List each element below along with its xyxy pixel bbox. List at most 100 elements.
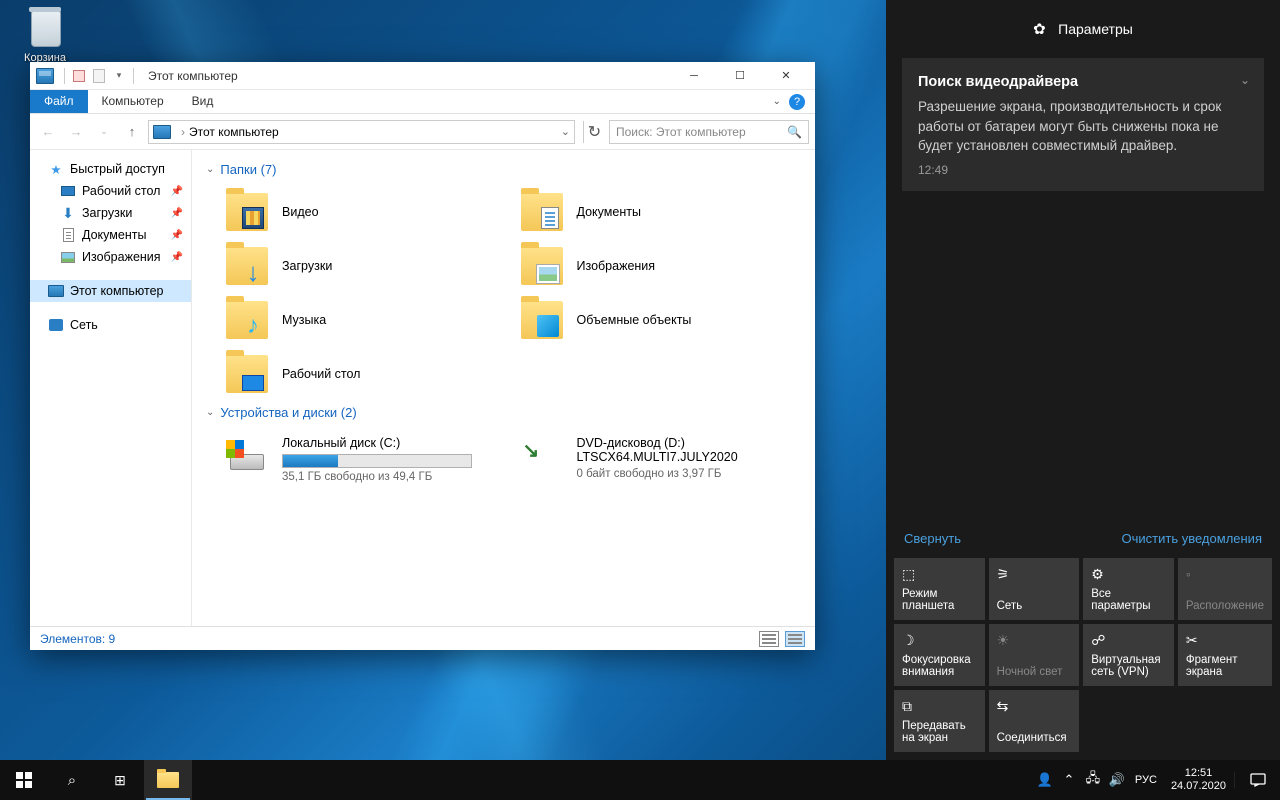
sidebar-this-pc[interactable]: Этот компьютер [30,280,191,302]
folder-music[interactable]: Музыка [220,295,507,345]
sidebar-downloads[interactable]: ⬇Загрузки📌 [30,202,191,224]
sidebar-documents[interactable]: Документы📌 [30,224,191,246]
ribbon-collapse-icon[interactable]: ⌄ [773,96,781,107]
windows-icon [16,772,32,788]
sidebar-label: Сеть [70,318,98,332]
nav-recent-dropdown[interactable]: ⌄ [92,120,116,144]
refresh-button[interactable]: ↻ [583,121,605,143]
tray-overflow-icon[interactable]: ⌃ [1057,772,1081,788]
tray-action-center-button[interactable] [1234,772,1280,788]
maximize-button[interactable]: ☐ [717,62,763,90]
tray-language[interactable]: РУС [1129,774,1163,786]
tray-volume-icon[interactable]: 🔊 [1105,772,1129,788]
pin-icon: 📌 [171,186,183,197]
section-folders[interactable]: ⌄Папки (7) [206,162,801,177]
address-dropdown-icon[interactable]: ⌄ [561,125,570,138]
this-pc-icon [36,68,54,84]
search-input[interactable]: Поиск: Этот компьютер 🔍 [609,120,809,144]
pictures-icon [537,265,559,283]
drive-c[interactable]: Локальный диск (C:) 35,1 ГБ свободно из … [220,430,507,489]
drive-d[interactable]: DVD-дисковод (D:)LTSCX64.MULTI7.JULY2020… [515,430,802,489]
window-title: Этот компьютер [148,69,238,83]
qat-dropdown-icon[interactable]: ▾ [109,66,129,86]
search-button[interactable]: ⌕ [48,760,96,800]
qa-screen-snip[interactable]: ✂Фрагмент экрана [1178,624,1272,686]
sidebar-pictures[interactable]: Изображения📌 [30,246,191,268]
notification-time: 12:49 [918,162,1248,179]
tablet-icon: ⬚ [902,566,977,582]
collapse-link[interactable]: Свернуть [904,531,961,546]
clear-notifications-link[interactable]: Очистить уведомления [1122,531,1262,546]
minimize-button[interactable]: ─ [671,62,717,90]
folder-3d-objects[interactable]: Объемные объекты [515,295,802,345]
folder-downloads[interactable]: ↓Загрузки [220,241,507,291]
qa-network[interactable]: ⚞Сеть [989,558,1080,620]
nav-back-button[interactable]: ← [36,120,60,144]
folder-video[interactable]: Видео [220,187,507,237]
connect-icon: ⇆ [997,698,1072,714]
qa-location[interactable]: ◦Расположение [1178,558,1272,620]
nav-up-button[interactable]: ↑ [120,120,144,144]
downloads-icon: ↓ [242,261,264,283]
section-drives[interactable]: ⌄ Устройства и диски (2) [206,405,801,420]
qa-connect[interactable]: ⇆ Соединиться [989,690,1080,752]
action-center-header[interactable]: Параметры [886,0,1280,58]
tab-view[interactable]: Вид [178,90,228,113]
sidebar-network[interactable]: Сеть [30,314,191,336]
address-pc-icon [153,125,171,139]
tab-file[interactable]: Файл [30,90,88,113]
qa-tablet-mode[interactable]: ⬚ Режим планшета [894,558,985,620]
close-button[interactable]: ✕ [763,62,809,90]
tray-time: 12:51 [1171,767,1226,780]
tray-people-icon[interactable]: 👤 [1033,772,1057,788]
gear-icon: ⚙ [1091,566,1166,582]
help-icon[interactable]: ? [789,94,805,110]
qa-focus-assist[interactable]: ☽Фокусировка внимания [894,624,985,686]
qat-new-folder-icon[interactable] [89,66,109,86]
sidebar-label: Этот компьютер [70,284,163,298]
task-view-button[interactable]: ⊞ [96,760,144,800]
tray-network-icon[interactable]: 🖧 [1081,769,1105,791]
taskbar-explorer[interactable] [144,760,192,800]
search-icon[interactable]: 🔍 [787,125,802,139]
qa-vpn[interactable]: ☍Виртуальная сеть (VPN) [1083,624,1174,686]
sidebar-quick-access[interactable]: ★Быстрый доступ [30,158,191,180]
tray-date: 24.07.2020 [1171,780,1226,793]
address-bar[interactable]: › Этот компьютер ⌄ [148,120,575,144]
folder-documents[interactable]: Документы [515,187,802,237]
view-tiles-button[interactable] [785,631,805,647]
sidebar-desktop[interactable]: Рабочий стол📌 [30,180,191,202]
section-title: Папки (7) [220,162,276,177]
qa-night-light[interactable]: ☀Ночной свет [989,624,1080,686]
tab-computer[interactable]: Компьютер [88,90,178,113]
video-icon [242,207,264,229]
sidebar-label: Изображения [82,250,161,264]
notification[interactable]: ⌄ Поиск видеодрайвера Разрешение экрана,… [902,58,1264,191]
chevron-down-icon[interactable]: ⌄ [1240,72,1250,89]
titlebar[interactable]: ▾ Этот компьютер ─ ☐ ✕ [30,62,815,90]
vpn-icon: ☍ [1091,632,1166,648]
qa-label: Режим планшета [902,588,977,612]
recycle-bin-icon [25,5,65,49]
search-placeholder: Поиск: Этот компьютер [616,125,746,139]
folder-desktop[interactable]: Рабочий стол [220,349,507,399]
address-segment[interactable]: Этот компьютер [189,125,279,139]
start-button[interactable] [0,760,48,800]
pin-icon: 📌 [171,208,183,219]
view-details-button[interactable] [759,631,779,647]
qa-label: Расположение [1186,600,1264,612]
tray-clock[interactable]: 12:51 24.07.2020 [1163,767,1234,793]
nav-forward-button[interactable]: → [64,120,88,144]
section-title: Устройства и диски (2) [220,405,356,420]
system-tray: 👤 ⌃ 🖧 🔊 РУС 12:51 24.07.2020 [1033,760,1280,800]
desktop-recycle-bin[interactable]: Корзина [15,5,75,64]
qa-project[interactable]: ⧉Передавать на экран [894,690,985,752]
qa-all-settings[interactable]: ⚙Все параметры [1083,558,1174,620]
qat-properties-icon[interactable] [69,66,89,86]
folder-pictures[interactable]: Изображения [515,241,802,291]
qa-label: Соединиться [997,732,1072,744]
qa-label: Фокусировка внимания [902,654,977,678]
nav-toolbar: ← → ⌄ ↑ › Этот компьютер ⌄ ↻ Поиск: Этот… [30,114,815,150]
collapse-icon: ⌄ [206,407,214,418]
drive-free: 0 байт свободно из 3,97 ГБ [577,468,796,480]
